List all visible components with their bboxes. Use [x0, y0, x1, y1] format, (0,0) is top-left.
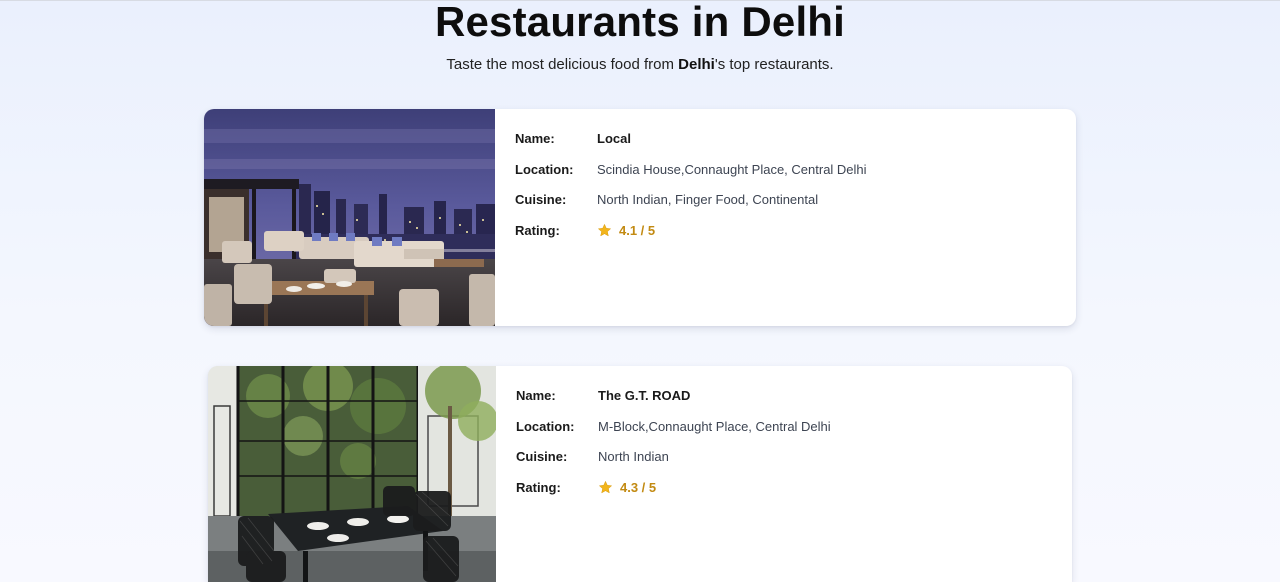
star-icon: [598, 481, 613, 494]
rooftop-restaurant-photo-icon: [204, 109, 495, 326]
restaurant-image: [204, 109, 495, 326]
restaurant-name: The G.T. ROAD: [598, 388, 691, 403]
restaurant-name: Local: [597, 131, 631, 146]
restaurant-location: M-Block,Connaught Place, Central Delhi: [598, 418, 831, 434]
restaurant-rating: 4.1 / 5: [597, 221, 655, 241]
page-title: Restaurants in Delhi: [434, 0, 846, 45]
rating-row: Rating: 4.1 / 5: [515, 221, 867, 241]
subtitle-text-end: 's top restaurants.: [714, 56, 834, 73]
star-icon: [597, 224, 612, 237]
name-label: Name:: [515, 131, 555, 146]
rating-value: 4.1 / 5: [619, 222, 656, 238]
location-label: Location:: [515, 161, 574, 177]
name-label: Name:: [516, 388, 556, 403]
restaurant-location: Scindia House,Connaught Place, Central D…: [597, 161, 867, 177]
rating-value: 4.3 / 5: [620, 479, 657, 495]
location-row: Location: Scindia House,Connaught Place,…: [515, 160, 867, 180]
rating-label: Rating:: [515, 222, 560, 238]
restaurant-details: Name: Local Location: Scindia House,Conn…: [515, 129, 867, 251]
rating-row: Rating: 4.3 / 5: [516, 478, 831, 498]
restaurant-details: Name: The G.T. ROAD Location: M-Block,Co…: [516, 386, 831, 508]
restaurant-card[interactable]: Name: Local Location: Scindia House,Conn…: [204, 109, 1076, 326]
restaurant-cuisine: North Indian: [598, 449, 669, 465]
location-label: Location:: [516, 418, 575, 434]
page-subtitle: Taste the most delicious food from Delhi…: [0, 55, 1280, 75]
rating-label: Rating:: [516, 479, 561, 495]
restaurant-card[interactable]: Name: The G.T. ROAD Location: M-Block,Co…: [208, 366, 1072, 582]
subtitle-text-start: Taste the most delicious food from: [446, 56, 679, 73]
cuisine-label: Cuisine:: [515, 192, 567, 208]
cuisine-row: Cuisine: North Indian: [516, 447, 831, 467]
name-row: Name: Local: [515, 129, 867, 149]
location-row: Location: M-Block,Connaught Place, Centr…: [516, 417, 831, 437]
cuisine-row: Cuisine: North Indian, Finger Food, Cont…: [515, 190, 867, 210]
restaurant-image: [208, 366, 496, 582]
indoor-dining-photo-icon: [208, 366, 496, 582]
cuisine-label: Cuisine:: [516, 449, 568, 465]
restaurant-rating: 4.3 / 5: [598, 478, 656, 498]
name-row: Name: The G.T. ROAD: [516, 386, 831, 406]
restaurant-cuisine: North Indian, Finger Food, Continental: [597, 192, 819, 208]
subtitle-city: Delhi: [678, 56, 715, 73]
